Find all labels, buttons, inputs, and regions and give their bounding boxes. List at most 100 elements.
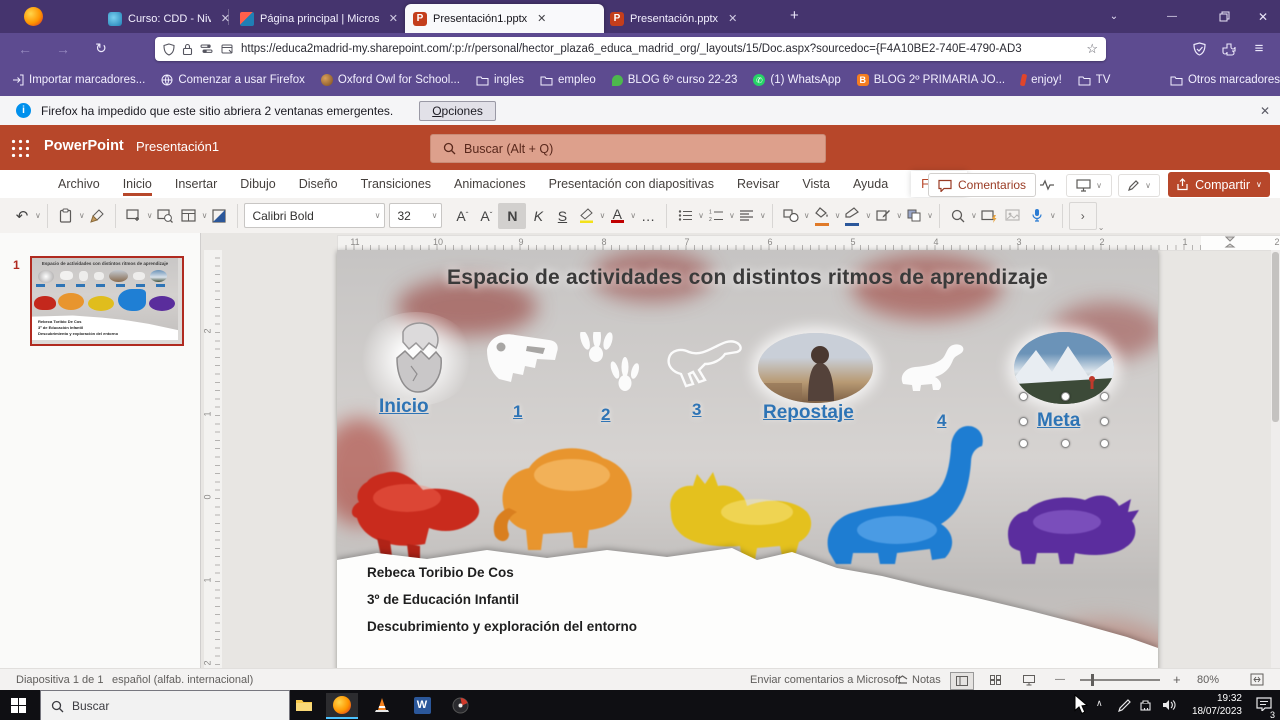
font-name-combo[interactable]: Calibri Bold ∨: [244, 203, 386, 228]
italic-button[interactable]: K: [526, 203, 550, 229]
action-center-button[interactable]: 3: [1256, 696, 1275, 720]
dictate-button[interactable]: [1025, 203, 1049, 229]
vlc-icon[interactable]: [366, 693, 398, 717]
app-name[interactable]: PowerPoint: [44, 138, 124, 154]
tray-expand-chevron[interactable]: ∧: [1096, 698, 1103, 709]
tab-vista[interactable]: Vista: [802, 172, 830, 196]
shape-fill-button[interactable]: [810, 203, 834, 229]
normal-view-button[interactable]: [950, 672, 974, 690]
taskbar-search-box[interactable]: Buscar: [40, 690, 290, 720]
slideshow-button[interactable]: [1018, 672, 1040, 688]
other-bookmarks[interactable]: Otros marcadores: [1170, 74, 1280, 86]
volume-tray-icon[interactable]: [1162, 699, 1176, 711]
paste-button[interactable]: [54, 203, 78, 229]
app-launcher-icon[interactable]: [10, 138, 29, 157]
tab-archivo[interactable]: Archivo: [58, 172, 100, 196]
reload-button[interactable]: ↻: [88, 37, 114, 60]
layout-button[interactable]: [177, 203, 201, 229]
bookmark-item[interactable]: BLOG 6º curso 22-23: [611, 74, 737, 86]
ribbon-collapse-chevron-icon[interactable]: ⌄: [1098, 223, 1105, 232]
zoom-out-button[interactable]: —: [1055, 674, 1065, 685]
credit-name[interactable]: Rebeca Toribio De Cos: [367, 565, 514, 580]
bullets-button[interactable]: [673, 203, 697, 229]
reset-button[interactable]: [207, 203, 231, 229]
document-title[interactable]: Presentación1: [136, 139, 219, 154]
bold-button[interactable]: N: [498, 202, 527, 229]
bookmark-item[interactable]: Comenzar a usar Firefox: [161, 74, 305, 86]
network-tray-icon[interactable]: [1140, 699, 1154, 711]
align-button[interactable]: [735, 203, 759, 229]
permissions-icon[interactable]: [200, 43, 214, 55]
firefox-taskbar-icon[interactable]: [326, 693, 358, 719]
extension-badge-icon[interactable]: [1186, 37, 1212, 60]
share-button[interactable]: Compartir ∨: [1168, 172, 1270, 197]
search-box[interactable]: Buscar (Alt + Q): [430, 134, 826, 163]
popup-blocked-icon[interactable]: [221, 43, 234, 55]
shield-icon[interactable]: [163, 42, 175, 56]
grid-view-button[interactable]: [984, 672, 1006, 688]
chevron-down-icon[interactable]: ∨: [927, 211, 933, 220]
bookmark-item[interactable]: B BLOG 2º PRIMARIA JO...: [856, 74, 1005, 86]
font-color-button[interactable]: A: [605, 203, 629, 229]
new-tab-button[interactable]: +: [790, 7, 799, 24]
decrease-font-button[interactable]: Aˇ: [474, 203, 498, 229]
window-close-button[interactable]: ✕: [1246, 0, 1280, 33]
zoom-in-button[interactable]: +: [1173, 672, 1181, 687]
browser-tab[interactable]: Página principal | Microsoft 365 ✕: [232, 4, 406, 33]
shape-outline-button[interactable]: [840, 203, 864, 229]
extensions-puzzle-icon[interactable]: [1216, 37, 1242, 60]
find-button[interactable]: [946, 203, 970, 229]
credit-subject[interactable]: Descubrimiento y exploración del entorno: [367, 619, 637, 634]
bookmark-star-icon[interactable]: ☆: [1086, 41, 1098, 57]
word-icon[interactable]: W: [406, 693, 438, 717]
taskbar-clock[interactable]: 19:32 18/07/2023: [1192, 692, 1242, 718]
firefox-logo-icon[interactable]: [24, 7, 43, 26]
font-size-combo[interactable]: 32 ∨: [389, 203, 443, 228]
zoom-level[interactable]: 80%: [1197, 674, 1219, 686]
increase-font-button[interactable]: Aˆ: [450, 203, 474, 229]
slide-counter[interactable]: Diapositiva 1 de 1: [16, 674, 103, 686]
chevron-down-icon[interactable]: ∨: [760, 211, 766, 220]
browser-tab[interactable]: Curso: CDD - Nivel A2 Rebeca ✕: [100, 4, 238, 33]
pen-tray-icon[interactable]: [1118, 699, 1131, 712]
url-text[interactable]: https://educa2madrid-my.sharepoint.com/:…: [241, 43, 1080, 55]
tab-close-icon[interactable]: ✕: [537, 12, 546, 25]
forward-button[interactable]: →: [50, 37, 76, 60]
window-restore-button[interactable]: [1204, 0, 1244, 33]
slideshow-view-button[interactable]: [1001, 203, 1025, 229]
tab-animaciones[interactable]: Animaciones: [454, 172, 526, 196]
shapes-button[interactable]: [779, 203, 803, 229]
browser-tab-active[interactable]: P Presentación1.pptx ✕: [405, 4, 604, 33]
catch-up-button[interactable]: [1034, 174, 1060, 195]
tab-revisar[interactable]: Revisar: [737, 172, 779, 196]
underline-button[interactable]: S: [550, 203, 574, 229]
tab-ayuda[interactable]: Ayuda: [853, 172, 888, 196]
tab-diseno[interactable]: Diseño: [299, 172, 338, 196]
tab-presentacion[interactable]: Presentación con diapositivas: [549, 172, 714, 196]
chevron-down-icon[interactable]: ∨: [35, 211, 41, 220]
tab-dibujo[interactable]: Dibujo: [240, 172, 275, 196]
bookmark-item[interactable]: enjoy!: [1019, 73, 1062, 87]
tab-transiciones[interactable]: Transiciones: [361, 172, 431, 196]
highlight-button[interactable]: [574, 203, 598, 229]
bookmark-item[interactable]: TV: [1078, 74, 1110, 86]
zoom-slider-thumb[interactable]: [1091, 674, 1094, 686]
tab-close-icon[interactable]: ✕: [389, 12, 398, 25]
tab-list-button[interactable]: ⌄: [1094, 0, 1134, 33]
bookmark-item[interactable]: Oxford Owl for School...: [320, 74, 460, 86]
file-explorer-icon[interactable]: [288, 693, 320, 717]
bookmark-item[interactable]: empleo: [540, 74, 596, 86]
slide-thumbnail[interactable]: Espacio de actividades con distintos rit…: [30, 256, 184, 346]
vertical-scrollbar[interactable]: [1271, 250, 1280, 668]
notes-toggle[interactable]: Notas: [912, 674, 941, 686]
present-button[interactable]: ∨: [1066, 174, 1112, 197]
designer-button[interactable]: [977, 203, 1001, 229]
scrollbar-thumb[interactable]: [1272, 252, 1279, 422]
new-slide-button[interactable]: [122, 203, 146, 229]
format-painter-button[interactable]: [85, 203, 109, 229]
start-button[interactable]: [2, 693, 34, 717]
notification-close-icon[interactable]: ✕: [1260, 104, 1270, 118]
tab-close-icon[interactable]: ✕: [728, 12, 737, 25]
media-player-icon[interactable]: [444, 693, 476, 717]
reuse-slides-button[interactable]: [153, 203, 177, 229]
